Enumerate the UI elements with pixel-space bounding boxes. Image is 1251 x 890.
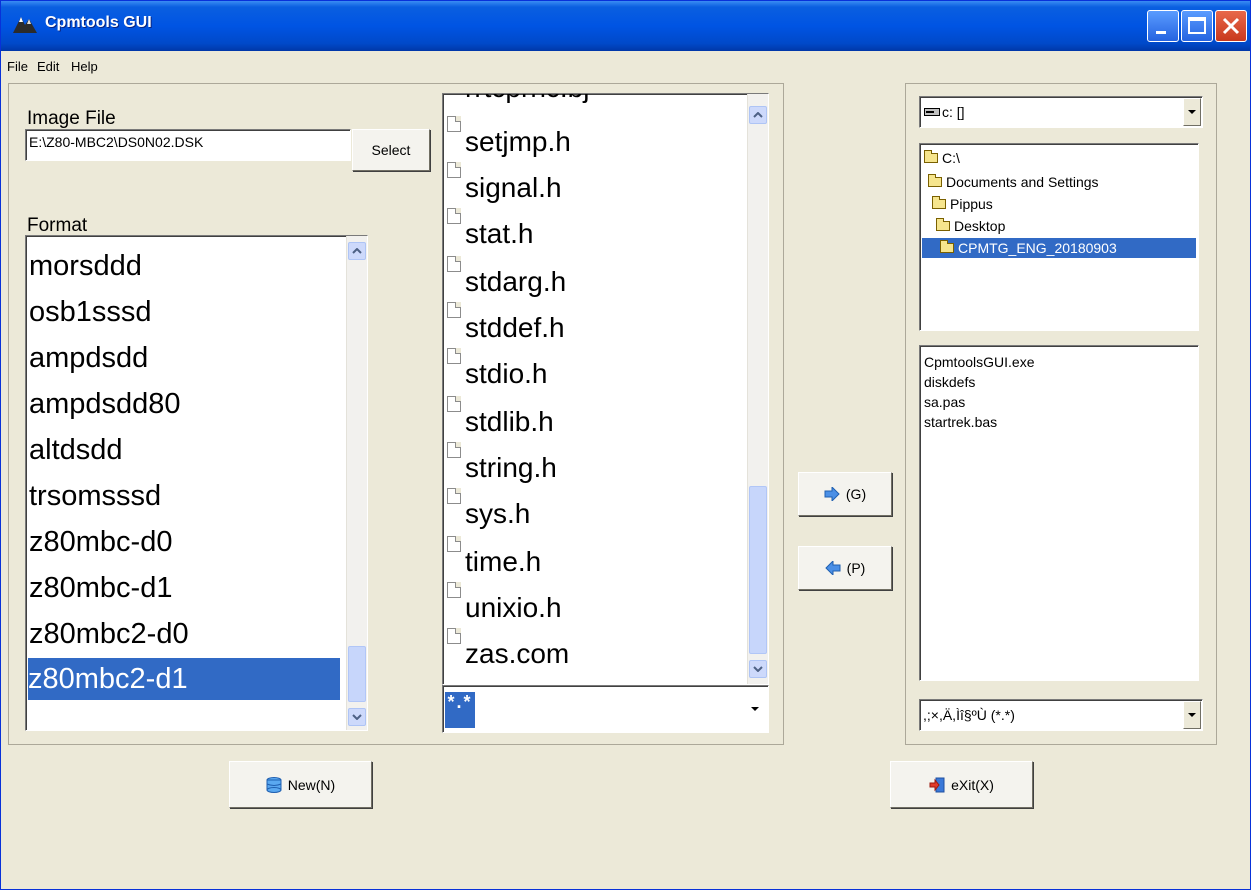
document-icon xyxy=(447,628,461,644)
arrow-left-icon xyxy=(824,561,841,575)
local-file-list[interactable]: CpmtoolsGUI.exe diskdefs sa.pas startrek… xyxy=(919,345,1199,681)
database-icon xyxy=(266,776,282,793)
folder-open-icon xyxy=(940,240,954,253)
document-icon xyxy=(447,348,461,364)
folder-item[interactable]: Pippus xyxy=(932,194,993,214)
document-icon xyxy=(447,208,461,224)
format-item[interactable]: z80mbc2-d0 xyxy=(29,616,189,652)
menu-bar: File Edit Help xyxy=(1,53,1250,79)
local-file-item[interactable]: diskdefs xyxy=(924,374,975,390)
partial-list-item: rrtcprnc.bj xyxy=(465,94,589,104)
document-icon xyxy=(447,256,461,272)
chevron-up-icon xyxy=(352,248,362,254)
get-file-button[interactable]: (G) xyxy=(798,472,892,516)
format-item-selected[interactable]: z80mbc2-d1 xyxy=(28,658,340,700)
image-filter-combo[interactable]: *.* xyxy=(442,685,769,733)
format-scrollbar[interactable] xyxy=(346,236,367,730)
new-button-label: New(N) xyxy=(287,776,336,793)
document-icon xyxy=(447,162,461,178)
format-item[interactable]: ampdsdd xyxy=(29,340,148,376)
format-item[interactable]: trsomsssd xyxy=(29,478,161,514)
title-bar[interactable]: Cpmtools GUI xyxy=(1,1,1250,51)
close-icon xyxy=(1222,17,1240,35)
image-filter-value: *.* xyxy=(445,692,475,728)
image-file-label: Image File xyxy=(27,108,116,129)
menu-file[interactable]: File xyxy=(7,59,28,74)
format-item[interactable]: z80mbc-d1 xyxy=(29,570,172,606)
new-button[interactable]: New(N) xyxy=(229,761,372,808)
scroll-thumb[interactable] xyxy=(749,486,767,654)
folder-open-icon xyxy=(932,196,946,209)
menu-edit[interactable]: Edit xyxy=(37,59,59,74)
arrow-right-icon xyxy=(824,487,840,501)
select-button[interactable]: Select xyxy=(352,129,430,171)
select-button-label: Select xyxy=(371,142,411,158)
scroll-up-button[interactable] xyxy=(749,106,767,124)
image-file-path: E:\Z80-MBC2\DS0N02.DSK xyxy=(29,134,204,150)
document-icon xyxy=(447,582,461,598)
scroll-thumb[interactable] xyxy=(348,646,366,702)
put-file-label: (P) xyxy=(846,560,866,576)
put-file-button[interactable]: (P) xyxy=(798,546,892,590)
scroll-up-button[interactable] xyxy=(348,242,366,260)
chevron-down-icon xyxy=(751,707,759,711)
exit-button-label: eXit(X) xyxy=(951,776,994,793)
drive-icon xyxy=(924,108,940,116)
document-icon xyxy=(447,396,461,412)
get-file-label: (G) xyxy=(845,486,867,502)
chevron-down-icon xyxy=(352,714,362,720)
folder-open-icon xyxy=(936,218,950,231)
minimize-button[interactable] xyxy=(1147,10,1179,42)
document-icon xyxy=(447,302,461,318)
folder-item[interactable]: C:\ xyxy=(924,148,960,168)
format-item[interactable]: osb1sssd xyxy=(29,294,152,330)
document-icon xyxy=(447,488,461,504)
local-file-item[interactable]: sa.pas xyxy=(924,394,965,410)
format-item[interactable]: altdsdd xyxy=(29,432,123,468)
chevron-up-icon xyxy=(753,112,763,118)
local-filter-combo[interactable]: ,;×,Ä,Ìî§ºÙ (*.*) xyxy=(919,699,1203,731)
window-title: Cpmtools GUI xyxy=(45,14,152,31)
drive-value: c: [] xyxy=(942,104,965,120)
document-icon xyxy=(447,116,461,132)
dropdown-arrow-icon[interactable] xyxy=(1183,98,1201,126)
exit-button[interactable]: eXit(X) xyxy=(890,761,1033,808)
app-icon xyxy=(13,17,37,33)
folder-tree[interactable]: C:\ Documents and Settings Pippus Deskto… xyxy=(919,143,1199,331)
chevron-down-icon xyxy=(753,666,763,672)
menu-help[interactable]: Help xyxy=(71,59,98,74)
folder-item[interactable]: Desktop xyxy=(936,216,1005,236)
local-file-item[interactable]: CpmtoolsGUI.exe xyxy=(924,354,1034,370)
format-item[interactable]: z80mbc-d0 xyxy=(29,524,172,560)
drive-combo[interactable]: c: [] xyxy=(919,96,1203,128)
chevron-down-icon xyxy=(1188,713,1196,717)
folder-open-icon xyxy=(924,150,938,163)
file-list-scrollbar[interactable] xyxy=(747,94,768,684)
format-list[interactable]: morsddd osb1sssd ampdsdd ampdsdd80 altds… xyxy=(25,235,368,731)
dropdown-arrow-icon[interactable] xyxy=(1183,701,1201,729)
chevron-down-icon xyxy=(1188,110,1196,114)
local-file-item[interactable]: startrek.bas xyxy=(924,414,997,430)
scroll-down-button[interactable] xyxy=(749,660,767,678)
maximize-icon xyxy=(1188,17,1206,34)
image-file-list[interactable]: rrtcprnc.bj setjmp.h signal.h stat.h std… xyxy=(442,93,769,685)
folder-item[interactable]: Documents and Settings xyxy=(928,172,1099,192)
close-button[interactable] xyxy=(1215,10,1247,42)
dropdown-arrow-icon[interactable] xyxy=(743,687,767,731)
folder-open-icon xyxy=(928,174,942,187)
scroll-down-button[interactable] xyxy=(348,708,366,726)
folder-item-selected[interactable]: CPMTG_ENG_20180903 xyxy=(922,238,1196,258)
image-file-input[interactable]: E:\Z80-MBC2\DS0N02.DSK xyxy=(25,129,351,161)
document-icon xyxy=(447,536,461,552)
format-label: Format xyxy=(27,215,88,236)
app-window: Cpmtools GUI File Edit Help Image File E… xyxy=(0,0,1251,890)
exit-door-icon xyxy=(929,777,945,792)
format-item[interactable]: morsddd xyxy=(29,248,142,284)
local-filter-value: ,;×,Ä,Ìî§ºÙ (*.*) xyxy=(923,707,1015,723)
minimize-icon xyxy=(1156,31,1166,34)
maximize-button[interactable] xyxy=(1181,10,1213,42)
format-item[interactable]: ampdsdd80 xyxy=(29,386,181,422)
document-icon xyxy=(447,442,461,458)
